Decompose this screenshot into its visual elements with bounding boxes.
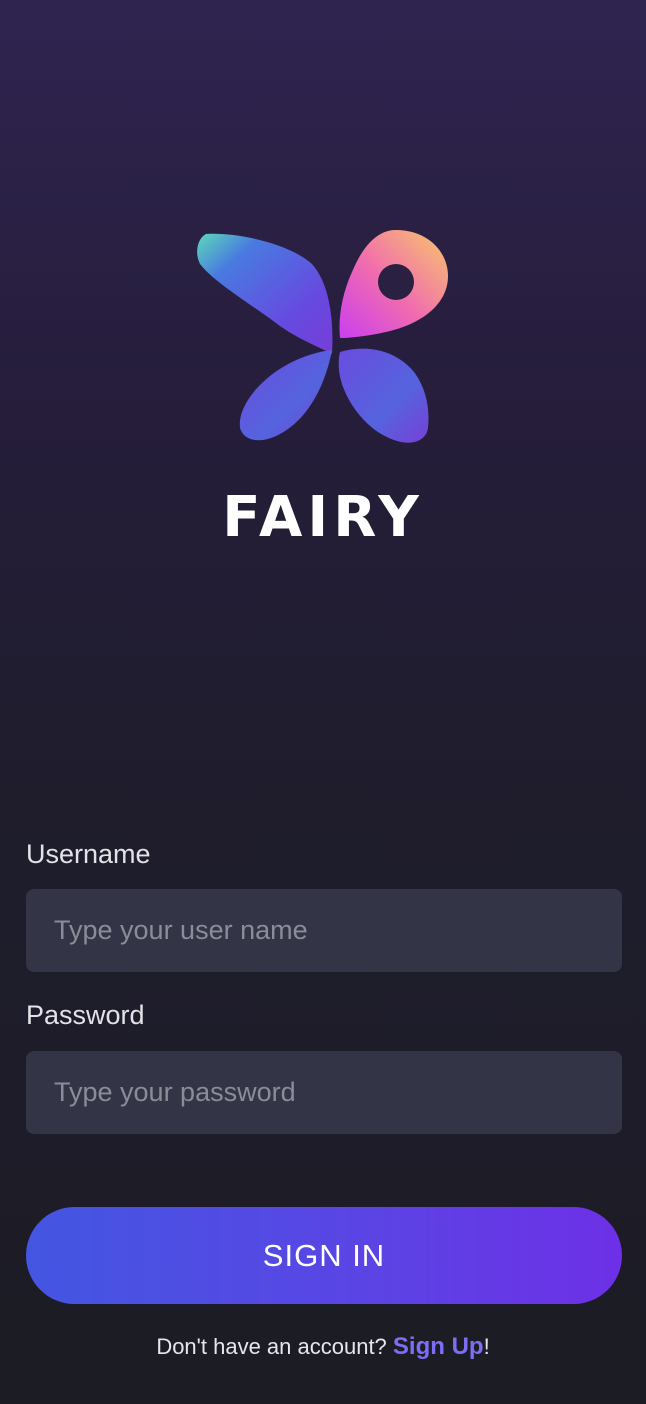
signup-prompt-text: Don't have an account? (156, 1334, 393, 1359)
sign-up-link[interactable]: Sign Up (393, 1333, 484, 1360)
sign-in-button[interactable]: SIGN IN (26, 1207, 622, 1304)
username-field[interactable] (26, 889, 622, 972)
brand-name: FAIRY (222, 485, 424, 550)
signup-prompt: Don't have an account? Sign Up! (0, 1332, 646, 1362)
signup-suffix: ! (483, 1334, 490, 1359)
password-label: Password (26, 1000, 145, 1030)
username-label: Username (26, 839, 151, 869)
password-field[interactable] (26, 1051, 622, 1134)
butterfly-logo-icon (197, 230, 448, 443)
password-input[interactable] (26, 1051, 622, 1134)
app-logo (190, 222, 456, 454)
username-input[interactable] (26, 889, 622, 972)
